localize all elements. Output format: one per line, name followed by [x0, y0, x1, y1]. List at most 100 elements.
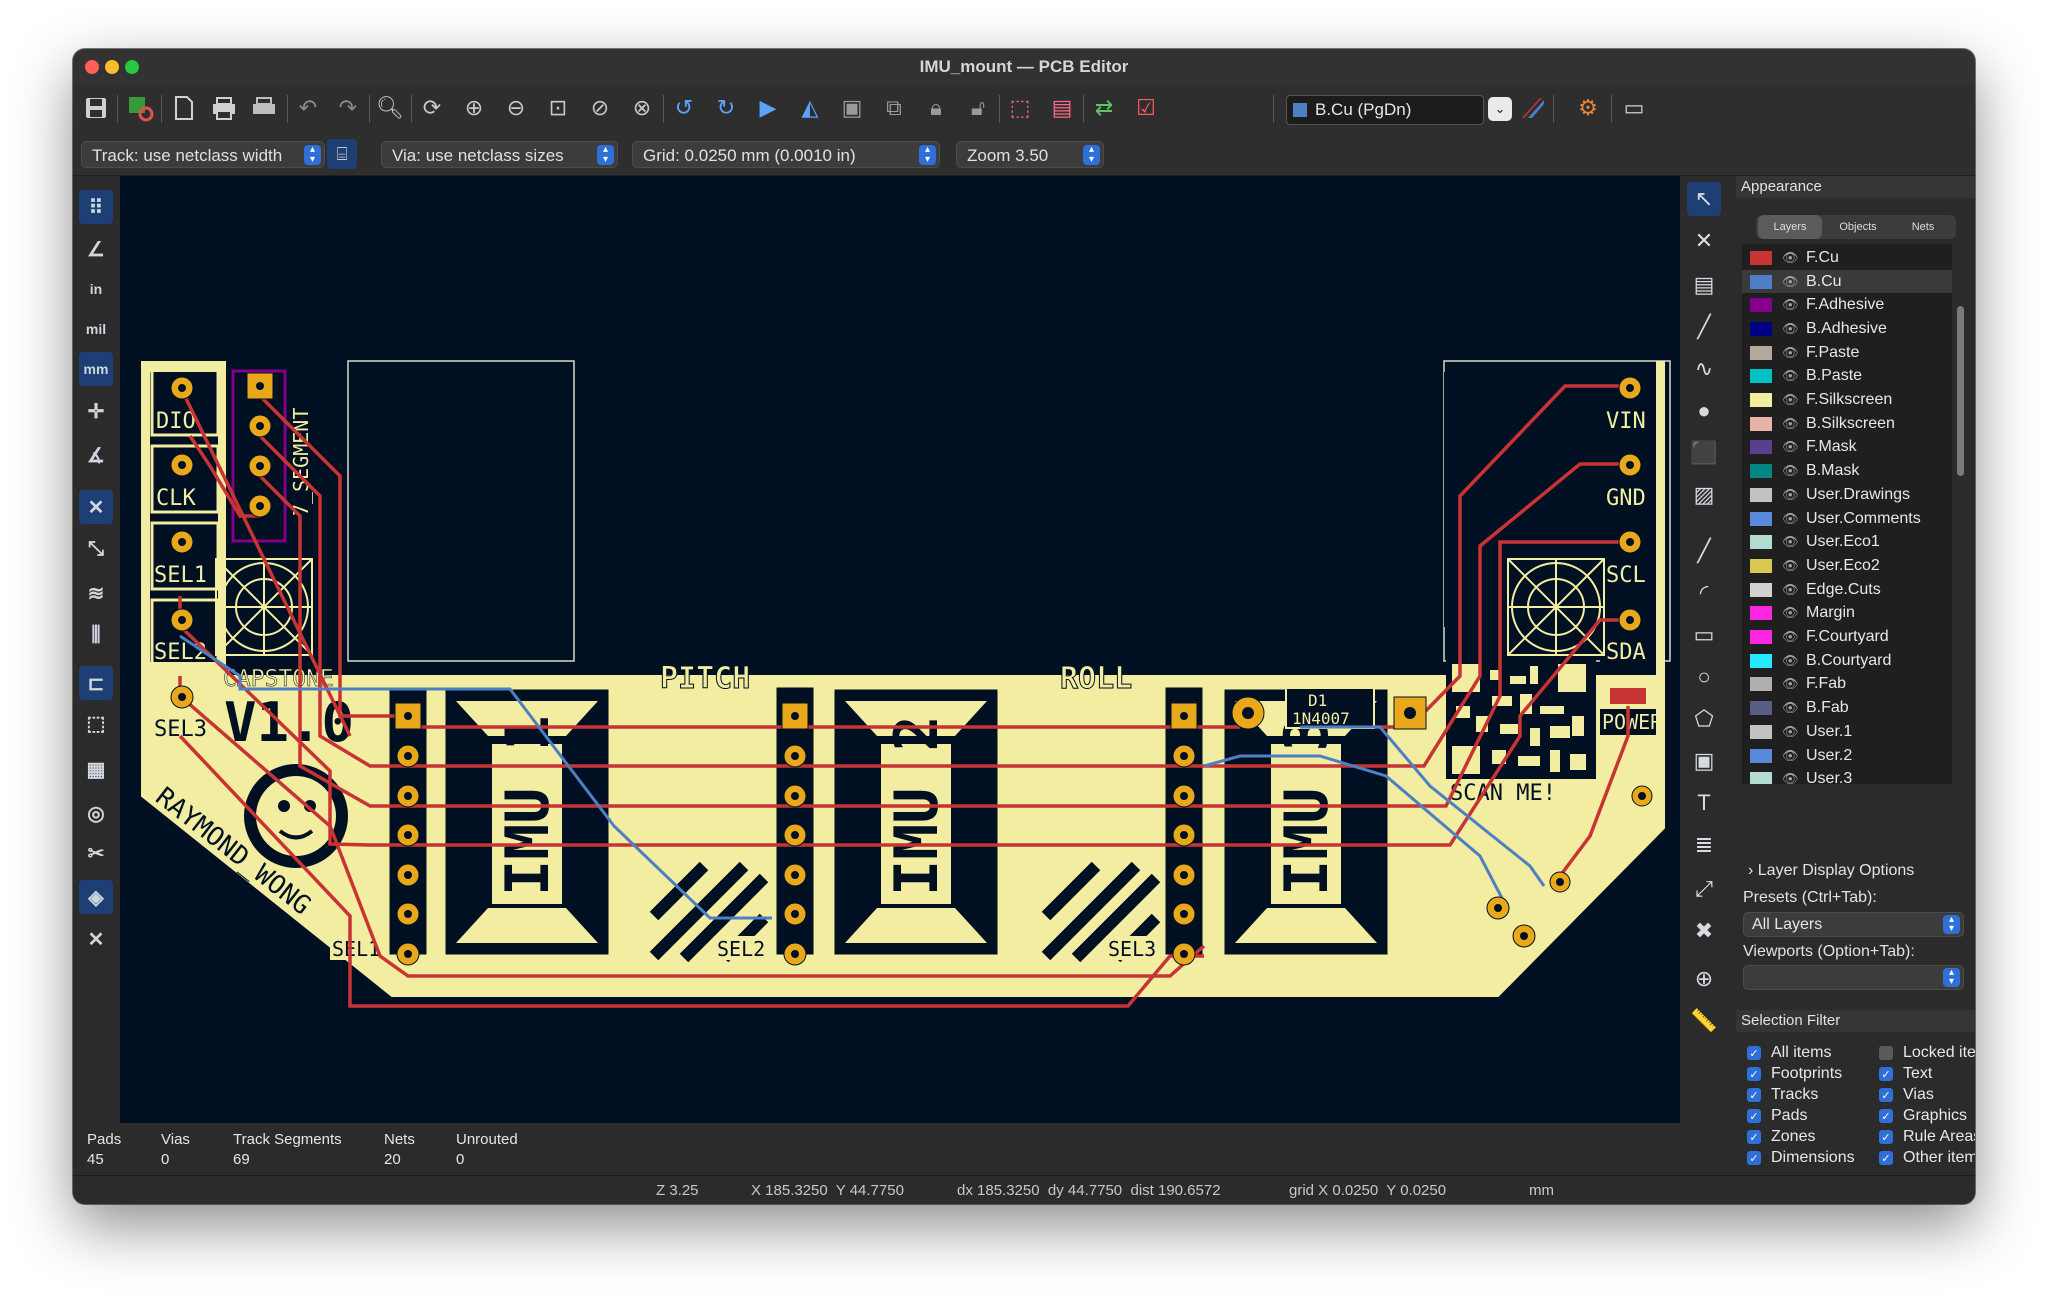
layer-color-swatch[interactable] [1750, 440, 1772, 455]
layer-row[interactable]: 👁︎ User.Eco1 [1742, 530, 1952, 554]
select-icon[interactable]: ↖ [1687, 182, 1721, 216]
layer-color-swatch[interactable] [1750, 772, 1772, 784]
layer-row[interactable]: 👁︎ User.2 [1742, 744, 1952, 768]
mils-unit-icon[interactable]: mil [79, 312, 113, 346]
eye-icon[interactable]: 👁︎ [1782, 558, 1806, 574]
eye-icon[interactable]: 👁︎ [1782, 345, 1806, 361]
layer-row[interactable]: 👁︎ B.Cu [1742, 269, 1952, 294]
layer-color-swatch[interactable] [1750, 250, 1772, 265]
save-icon[interactable] [81, 93, 111, 123]
layer-row[interactable]: 👁︎ B.Fab [1742, 696, 1952, 720]
eye-icon[interactable]: 👁︎ [1782, 676, 1806, 692]
layer-display-options[interactable]: › Layer Display Options [1748, 862, 1914, 880]
rotate-cw-icon[interactable]: ↻ [711, 93, 741, 123]
layer-color-swatch[interactable] [1750, 416, 1772, 431]
layer-row[interactable]: 👁︎ B.Paste [1742, 365, 1952, 389]
python-console-icon[interactable]: ⚙ [1573, 93, 1603, 123]
add-via-icon[interactable]: ● [1687, 394, 1721, 428]
layer-color-swatch[interactable] [1750, 393, 1772, 408]
layer-color-swatch[interactable] [1750, 606, 1772, 621]
layer-row[interactable]: 👁︎ User.1 [1742, 720, 1952, 744]
layer-row[interactable]: 👁︎ Edge.Cuts [1742, 578, 1952, 602]
layer-row[interactable]: 👁︎ F.Silkscreen [1742, 388, 1952, 412]
eye-icon[interactable]: 👁︎ [1782, 582, 1806, 598]
update-from-schematic-icon[interactable]: ⇄ [1089, 93, 1119, 123]
layer-color-swatch[interactable] [1750, 748, 1772, 763]
checkmark-icon[interactable]: ✓ [1747, 1109, 1761, 1123]
checkmark-icon[interactable]: ✓ [1879, 1088, 1893, 1102]
checkmark-icon[interactable]: ✓ [1747, 1151, 1761, 1165]
layer-color-swatch[interactable] [1750, 369, 1772, 384]
angle-constraint-icon[interactable]: ∡ [79, 438, 113, 472]
lock-icon[interactable]: 🔒︎ [921, 93, 951, 123]
track-outline-icon[interactable]: ⬚ [79, 706, 113, 740]
draw-arc-icon[interactable]: ◜ [1687, 576, 1721, 610]
measure-icon[interactable]: 📏 [1687, 1004, 1721, 1038]
layer-color-swatch[interactable] [1750, 535, 1772, 550]
filter-checkbox[interactable]: ✓ Footprints [1747, 1065, 1842, 1083]
layer-color-swatch[interactable] [1750, 677, 1772, 692]
layer-row[interactable]: 👁︎ B.Mask [1742, 459, 1952, 483]
eye-icon[interactable]: 👁︎ [1782, 439, 1806, 455]
pad-outline-icon[interactable]: ⫼ [79, 618, 113, 652]
layer-dropdown-button[interactable]: ⌄ [1488, 97, 1512, 121]
layer-color-swatch[interactable] [1750, 582, 1772, 597]
add-zone-icon[interactable]: ⬛ [1687, 436, 1721, 470]
zoom-fit-icon[interactable]: ⊡ [543, 93, 573, 123]
layer-color-swatch[interactable] [1750, 298, 1772, 313]
eye-icon[interactable]: 👁︎ [1782, 463, 1806, 479]
add-text-icon[interactable]: T [1687, 786, 1721, 820]
rule-area-icon[interactable]: ▨ [1687, 478, 1721, 512]
layer-color-swatch[interactable] [1750, 274, 1772, 289]
undo-icon[interactable]: ↶ [293, 93, 323, 123]
checkmark-icon[interactable]: ✓ [1747, 1046, 1761, 1060]
filter-checkbox[interactable]: ✓ Tracks [1747, 1086, 1818, 1104]
unlock-icon[interactable]: 🔓︎ [963, 93, 993, 123]
find-icon[interactable]: 🔍︎ [375, 93, 405, 123]
eye-icon[interactable]: 👁︎ [1782, 487, 1806, 503]
add-dimension-icon[interactable]: ⤢ [1687, 872, 1721, 906]
draw-polygon-icon[interactable]: ⬠ [1687, 702, 1721, 736]
layer-color-swatch[interactable] [1750, 558, 1772, 573]
layer-row[interactable]: 👁︎ F.Cu [1742, 246, 1952, 270]
filter-checkbox[interactable]: ✓ Text [1879, 1065, 1932, 1083]
filter-checkbox[interactable]: ✓ Vias [1879, 1086, 1934, 1104]
eye-icon[interactable]: 👁︎ [1782, 605, 1806, 621]
filter-checkbox[interactable]: ✓ All items [1747, 1044, 1831, 1062]
layer-color-swatch[interactable] [1750, 321, 1772, 336]
grid-toggle-icon[interactable]: ⠿ [79, 190, 113, 224]
checkmark-icon[interactable]: ✓ [1747, 1067, 1761, 1081]
layer-color-swatch[interactable] [1750, 630, 1772, 645]
layer-color-swatch[interactable] [1750, 487, 1772, 502]
layer-color-swatch[interactable] [1750, 511, 1772, 526]
presets-select[interactable]: All Layers ▴ ▾ [1743, 912, 1964, 937]
properties-icon[interactable]: ✕ [79, 922, 113, 956]
layer-row[interactable]: 👁︎ B.Courtyard [1742, 649, 1952, 673]
curved-ratsnest-icon[interactable]: ⤡ [79, 532, 113, 566]
eye-icon[interactable]: 👁︎ [1782, 771, 1806, 784]
eye-icon[interactable]: 👁︎ [1782, 321, 1806, 337]
footprint-editor-icon[interactable]: ▤ [1047, 93, 1077, 123]
grid-select[interactable]: Grid: 0.0250 mm (0.0010 in) ▴ ▾ [632, 141, 940, 168]
via-size-select[interactable]: Via: use netclass sizes ▴ ▾ [381, 141, 618, 168]
tab-objects[interactable]: Objects [1826, 215, 1890, 239]
layers-manager-icon[interactable]: ◈ [79, 880, 113, 914]
eye-icon[interactable]: 👁︎ [1782, 416, 1806, 432]
layer-row[interactable]: 👁︎ F.Adhesive [1742, 293, 1952, 317]
redo-icon[interactable]: ↷ [333, 93, 363, 123]
tune-length-icon[interactable]: ∿ [1687, 352, 1721, 386]
drc-icon[interactable]: ☑ [1131, 93, 1161, 123]
draw-rectangle-icon[interactable]: ▭ [1687, 618, 1721, 652]
page-settings-icon[interactable] [169, 93, 199, 123]
inches-unit-icon[interactable]: in [79, 272, 113, 306]
draw-line-icon[interactable]: ╱ [1687, 534, 1721, 568]
layer-row[interactable]: 👁︎ User.Eco2 [1742, 554, 1952, 578]
ratsnest-icon[interactable]: ✕ [79, 490, 113, 524]
checkmark-icon[interactable]: ✓ [1879, 1067, 1893, 1081]
tab-layers[interactable]: Layers [1758, 215, 1822, 239]
checkmark-icon[interactable]: ✓ [1879, 1109, 1893, 1123]
rotate-ccw-icon[interactable]: ↺ [669, 93, 699, 123]
layers-scrollbar[interactable] [1957, 306, 1964, 476]
via-display-icon[interactable]: ⊏ [79, 666, 113, 700]
pcb-canvas[interactable]: V1.0 CAPSTONE RAYMOND_WONG DIO CLK SEL1 … [120, 176, 1680, 1123]
